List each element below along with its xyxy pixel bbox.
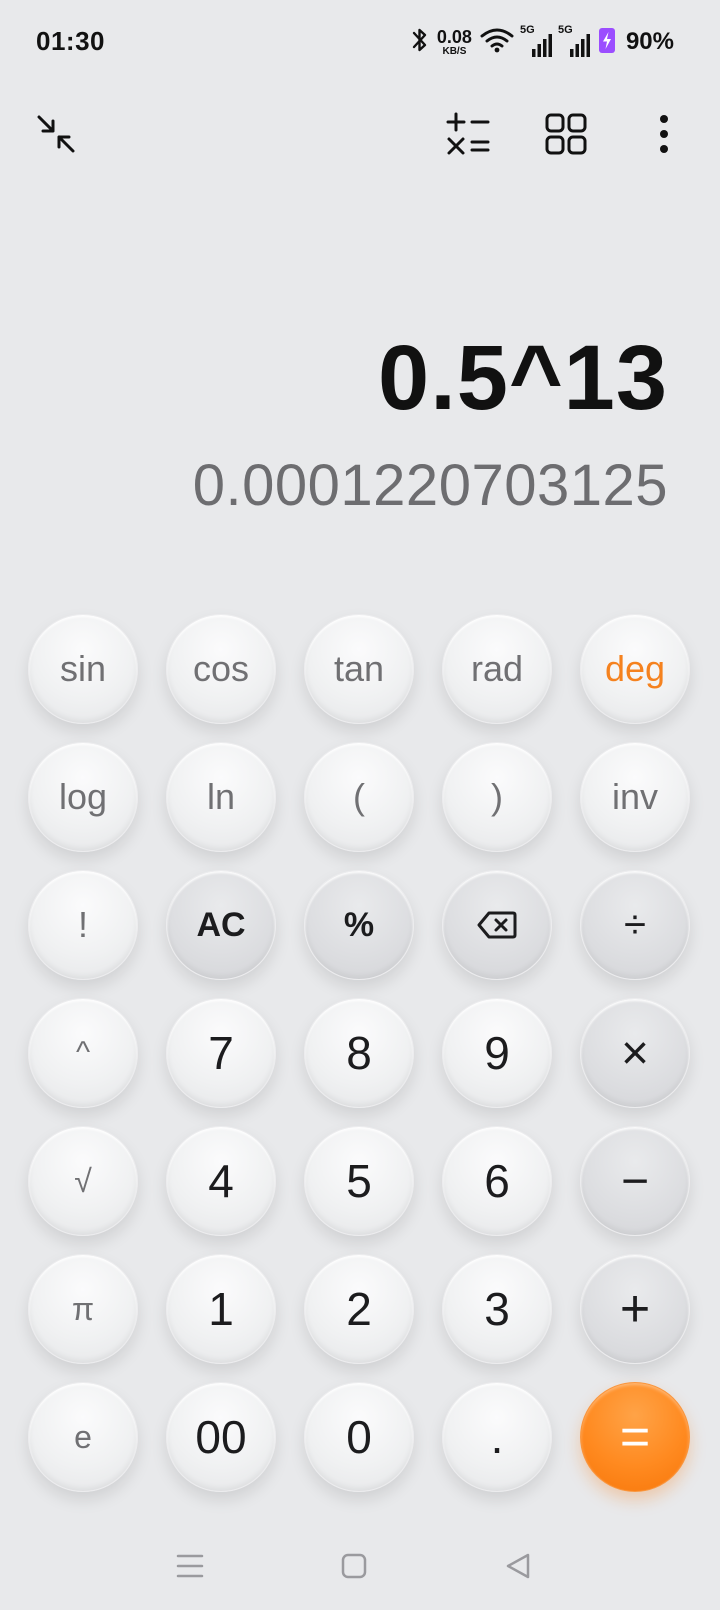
digit-5-button[interactable]: 5 [304, 1126, 414, 1236]
digit-4-button[interactable]: 4 [166, 1126, 276, 1236]
plus-button[interactable]: + [580, 1254, 690, 1364]
cellular-signal-2: 5G [557, 24, 590, 58]
network-speed-unit: KB/S [442, 45, 467, 57]
tan-button[interactable]: tan [304, 614, 414, 724]
multiply-button[interactable]: × [580, 998, 690, 1108]
deg-button[interactable]: deg [580, 614, 690, 724]
status-icons: 0.08 KB/S 5G 5G 90% [411, 24, 674, 60]
percent-button[interactable]: % [304, 870, 414, 980]
inv-button[interactable]: inv [580, 742, 690, 852]
left-paren-button[interactable]: ( [304, 742, 414, 852]
digit-1-button[interactable]: 1 [166, 1254, 276, 1364]
calculator-screen: 01:30 0.08 KB/S 5G 5G 90% 0.5^13 0.00012… [0, 0, 720, 1610]
cos-button[interactable]: cos [166, 614, 276, 724]
backspace-button[interactable] [442, 870, 552, 980]
back-nav-icon[interactable] [498, 1546, 538, 1586]
sim2-network-type: 5G [557, 24, 573, 36]
digit-9-button[interactable]: 9 [442, 998, 552, 1108]
decimal-point-button[interactable]: . [442, 1382, 552, 1492]
bluetooth-icon [411, 26, 429, 59]
sim1-network-type: 5G [519, 24, 535, 36]
backspace-icon [477, 911, 517, 939]
status-time: 01:30 [36, 26, 105, 56]
digit-7-button[interactable]: 7 [166, 998, 276, 1108]
pi-button[interactable]: π [28, 1254, 138, 1364]
wifi-icon [480, 27, 514, 58]
digit-3-button[interactable]: 3 [442, 1254, 552, 1364]
battery-charging-icon [598, 26, 616, 59]
euler-e-button[interactable]: e [28, 1382, 138, 1492]
minus-button[interactable]: − [580, 1126, 690, 1236]
expression-display: 0.5^13 [378, 327, 668, 429]
digit-2-button[interactable]: 2 [304, 1254, 414, 1364]
digit-8-button[interactable]: 8 [304, 998, 414, 1108]
collapse-icon[interactable] [28, 106, 84, 162]
right-paren-button[interactable]: ) [442, 742, 552, 852]
cellular-signal-1: 5G [519, 24, 552, 58]
sqrt-button[interactable]: √ [28, 1126, 138, 1236]
double-zero-button[interactable]: 00 [166, 1382, 276, 1492]
unit-converter-icon[interactable] [440, 106, 496, 162]
network-speed: 0.08 KB/S [437, 28, 472, 57]
factorial-button[interactable]: ! [28, 870, 138, 980]
sin-button[interactable]: sin [28, 614, 138, 724]
power-button[interactable]: ^ [28, 998, 138, 1108]
rad-button[interactable]: rad [442, 614, 552, 724]
keypad: sin cos tan rad deg log ln ( ) inv ! AC … [28, 614, 692, 1492]
menu-nav-icon[interactable] [170, 1546, 210, 1586]
battery-percent: 90% [625, 28, 674, 55]
digit-6-button[interactable]: 6 [442, 1126, 552, 1236]
apps-grid-icon[interactable] [538, 106, 594, 162]
digit-0-button[interactable]: 0 [304, 1382, 414, 1492]
network-speed-value: 0.08 [436, 26, 472, 47]
ln-button[interactable]: ln [166, 742, 276, 852]
all-clear-button[interactable]: AC [166, 870, 276, 980]
more-vert-icon[interactable] [636, 106, 692, 162]
status-bar: 01:30 0.08 KB/S 5G 5G 90% [0, 0, 720, 86]
equals-button[interactable]: = [580, 1382, 690, 1492]
log-button[interactable]: log [28, 742, 138, 852]
divide-button[interactable]: ÷ [580, 870, 690, 980]
home-nav-icon[interactable] [334, 1546, 374, 1586]
result-display: 0.0001220703125 [192, 453, 668, 518]
